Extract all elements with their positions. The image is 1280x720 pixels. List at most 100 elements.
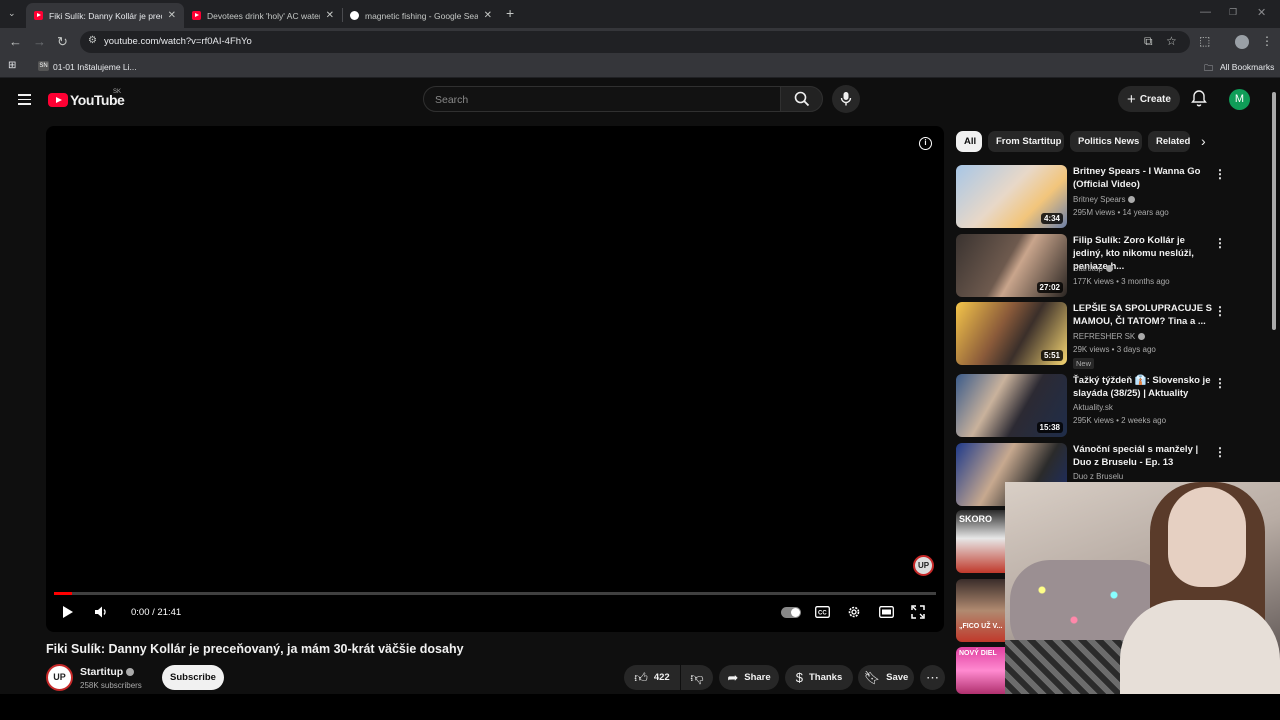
more-vertical-icon[interactable]: ⋮ <box>1214 304 1226 318</box>
subscriber-count: 258K subscribers <box>80 681 142 690</box>
share-button[interactable]: ➦ Share <box>719 665 779 690</box>
captions-icon: CC <box>815 606 830 618</box>
back-icon[interactable]: ← <box>9 34 22 50</box>
notifications-button[interactable] <box>1191 89 1207 112</box>
play-button[interactable] <box>62 605 74 624</box>
share-label: Share <box>744 672 771 683</box>
verified-icon <box>1138 333 1146 340</box>
recommendation-title[interactable]: Britney Spears - I Wanna Go (Official Vi… <box>1073 165 1213 191</box>
site-info-icon[interactable]: ⚙ <box>88 35 97 46</box>
bookmark-item[interactable]: 01-01 Inštalujeme Li... <box>53 62 137 72</box>
more-vertical-icon[interactable]: ⋮ <box>1214 167 1226 181</box>
autoplay-toggle[interactable] <box>781 607 801 618</box>
close-tab-icon[interactable]: ✕ <box>484 10 492 21</box>
recommendation-item[interactable]: 15:38 Ťažký týždeň 👔: Slovensko je slayá… <box>956 374 1256 438</box>
fullscreen-button[interactable] <box>911 605 925 624</box>
create-button[interactable]: + Create <box>1118 86 1180 112</box>
recommendation-title[interactable]: LEPŠIE SA SPOLUPRACUJE S MAMOU, ČI TATOM… <box>1073 302 1213 328</box>
more-vertical-icon[interactable]: ⋮ <box>1214 236 1226 250</box>
search-button[interactable] <box>780 86 823 112</box>
video-thumbnail[interactable]: 5:51 <box>956 302 1067 365</box>
more-vertical-icon[interactable]: ⋮ <box>1214 376 1226 390</box>
address-bar[interactable]: ⚙ youtube.com/watch?v=rf0AI-4FhYo <box>80 31 1190 53</box>
like-count: 422 <box>653 672 670 683</box>
progress-bar[interactable] <box>54 592 936 595</box>
channel-name-text: Startitup <box>80 666 124 678</box>
tab-search-dropdown-icon[interactable]: ⌄ <box>8 8 16 19</box>
youtube-logo[interactable]: YouTube SK <box>48 89 125 108</box>
video-thumbnail[interactable]: 4:34 <box>956 165 1067 228</box>
recommendation-title[interactable]: Ťažký týždeň 👔: Slovensko je slayáda (38… <box>1073 374 1213 400</box>
channel-text: Britney Spears <box>1073 195 1126 204</box>
captions-button[interactable]: CC <box>815 605 830 623</box>
microphone-icon <box>840 92 852 106</box>
folder-icon: 🗀 <box>1204 63 1214 73</box>
video-thumbnail[interactable]: 27:02 <box>956 234 1067 297</box>
channel-watermark[interactable]: UP <box>913 555 934 576</box>
play-icon <box>63 606 73 618</box>
recommendation-channel[interactable]: Startitup <box>1073 264 1113 273</box>
verified-icon <box>1105 265 1113 272</box>
chip-related[interactable]: Related <box>1148 131 1190 152</box>
all-bookmarks[interactable]: All Bookmarks <box>1220 62 1274 72</box>
like-button[interactable]: 👍︎ 422 <box>624 665 680 690</box>
reload-icon[interactable]: ↻ <box>57 34 68 50</box>
info-icon[interactable]: i <box>919 137 932 150</box>
thanks-button[interactable]: $ Thanks <box>785 665 853 690</box>
recommendation-item[interactable]: 27:02 Filip Sulík: Zoro Kollár je jediný… <box>956 234 1256 298</box>
new-tab-icon[interactable]: + <box>506 5 514 21</box>
recommendation-title[interactable]: Vánoční speciál s manžely | Duo z Brusel… <box>1073 443 1213 469</box>
subscribe-button[interactable]: Subscribe <box>162 665 224 690</box>
save-button[interactable]: 🔖︎ Save <box>858 665 914 690</box>
thumbs-up-icon: 👍︎ <box>634 669 648 685</box>
chrome-menu-icon[interactable]: ⋮ <box>1261 34 1273 48</box>
close-window-icon[interactable]: ✕ <box>1257 6 1266 19</box>
tab-2[interactable]: Devotees drink 'holy' AC water ✕ <box>184 3 342 28</box>
menu-icon[interactable] <box>18 94 31 105</box>
recommendation-channel[interactable]: Britney Spears <box>1073 195 1136 204</box>
fullscreen-icon <box>911 605 925 619</box>
extensions-icon[interactable]: ⬚ <box>1199 34 1210 48</box>
profile-avatar[interactable] <box>1235 35 1249 49</box>
theater-mode-button[interactable] <box>879 605 894 623</box>
settings-button[interactable] <box>847 605 861 624</box>
video-thumbnail[interactable]: 15:38 <box>956 374 1067 437</box>
chevron-right-icon[interactable]: › <box>1201 133 1206 149</box>
verified-icon <box>1128 196 1136 203</box>
tab-title: Devotees drink 'holy' AC water <box>207 10 320 21</box>
dislike-button[interactable]: 👎︎ <box>681 665 713 690</box>
channel-name[interactable]: Startitup <box>80 666 135 678</box>
maximize-icon[interactable]: ❐ <box>1229 7 1237 18</box>
recommendation-meta: 295K views • 2 weeks ago <box>1073 416 1167 425</box>
theater-icon <box>879 606 894 618</box>
recommendation-channel[interactable]: Aktuality.sk <box>1073 403 1113 412</box>
recommendation-item[interactable]: 5:51 LEPŠIE SA SPOLUPRACUJE S MAMOU, ČI … <box>956 302 1256 369</box>
install-app-icon[interactable]: ⧉ <box>1144 34 1153 49</box>
close-tab-icon[interactable]: ✕ <box>326 10 334 21</box>
search-input[interactable]: Search <box>423 86 781 112</box>
youtube-favicon-icon <box>192 11 201 20</box>
tab-3[interactable]: magnetic fishing - Google Search ✕ <box>342 3 500 28</box>
chip-politics-news[interactable]: Politics News <box>1070 131 1142 152</box>
recommendation-channel[interactable]: Duo z Bruselu <box>1073 472 1123 481</box>
more-vertical-icon[interactable]: ⋮ <box>1214 445 1226 459</box>
recommendation-channel[interactable]: REFRESHER SK <box>1073 332 1146 341</box>
tab-active[interactable]: Fiki Sulík: Danny Kollár je preceňovaný,… <box>26 3 184 28</box>
chip-from-startitup[interactable]: From Startitup <box>988 131 1064 152</box>
minimize-icon[interactable]: — <box>1200 6 1211 18</box>
forward-icon[interactable]: → <box>33 34 46 50</box>
page-scrollbar[interactable] <box>1272 92 1276 330</box>
close-tab-icon[interactable]: ✕ <box>168 10 176 21</box>
youtube-favicon-icon <box>34 11 43 20</box>
bookmark-star-icon[interactable]: ☆ <box>1166 34 1177 48</box>
video-player[interactable] <box>46 126 944 632</box>
mute-button[interactable] <box>94 605 108 624</box>
recommendation-item[interactable]: 4:34 Britney Spears - I Wanna Go (Offici… <box>956 165 1256 229</box>
more-actions-button[interactable]: ⋯ <box>920 665 945 690</box>
apps-grid-icon[interactable]: ⊞ <box>8 60 16 71</box>
voice-search-button[interactable] <box>832 85 860 113</box>
time-display: 0:00 / 21:41 <box>131 607 182 618</box>
chip-all[interactable]: All <box>956 131 982 152</box>
account-avatar[interactable]: M <box>1229 89 1250 110</box>
channel-avatar[interactable]: UP <box>46 664 73 691</box>
